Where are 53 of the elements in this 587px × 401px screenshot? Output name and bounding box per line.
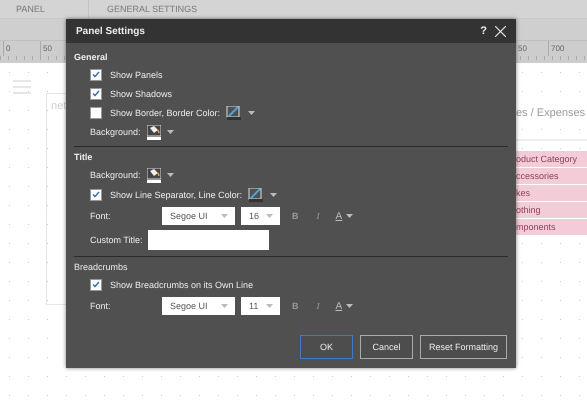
caret-icon <box>270 192 278 196</box>
table-row: othing <box>516 202 587 219</box>
table-row: kes <box>516 185 587 202</box>
checkbox[interactable] <box>90 188 102 200</box>
table-row: mponents <box>516 219 587 236</box>
table-row: oduct Category <box>516 151 587 168</box>
size-dropdown[interactable]: 11 <box>241 297 280 315</box>
section-heading: Breadcrumbs <box>74 261 129 274</box>
dialog-button[interactable]: Reset Formatting <box>420 335 507 359</box>
caret-icon <box>221 304 228 308</box>
size-dropdown[interactable]: 16 <box>241 207 280 225</box>
checkbox[interactable] <box>90 278 102 290</box>
ruler-label: 0 <box>3 41 12 56</box>
ruler-label: 50 <box>40 41 54 56</box>
font-dropdown[interactable]: Segoe UI <box>162 207 235 225</box>
help-button[interactable]: ? <box>480 25 487 37</box>
dialog-title: Panel Settings <box>76 26 146 36</box>
caret-icon <box>221 214 228 218</box>
font-color-button[interactable]: A <box>332 210 358 222</box>
field-label: Font: <box>90 301 112 311</box>
caret-icon <box>248 110 256 114</box>
checkbox-label: Show Line Separator, Line Color: <box>110 190 242 200</box>
field-label: Font: <box>90 211 112 221</box>
paint-bucket-icon[interactable] <box>146 124 161 140</box>
caret-icon <box>266 304 273 308</box>
section-heading: Title <box>74 151 94 164</box>
dialog-button[interactable]: OK <box>300 335 353 359</box>
table-row: ccessories <box>516 168 587 185</box>
caret-icon <box>166 173 174 177</box>
custom-title-field[interactable] <box>148 230 269 250</box>
checkbox-label: Show Panels <box>110 70 163 80</box>
font-dropdown[interactable]: Segoe UI <box>162 297 235 315</box>
font-color-button[interactable]: A <box>332 300 358 312</box>
caret-icon <box>266 214 273 218</box>
caret-icon <box>166 130 174 134</box>
checkbox-label: Show Border, Border Color: <box>110 108 220 118</box>
checkbox[interactable] <box>90 106 102 118</box>
field-label: Background: <box>90 127 141 137</box>
dialog-button[interactable]: Cancel <box>360 335 413 359</box>
ruler-label: 700 <box>548 41 566 56</box>
checkbox[interactable] <box>90 88 102 100</box>
caret-icon <box>346 304 354 308</box>
caret-icon <box>346 214 354 218</box>
checkbox-label: Show Breadcrumbs on its Own Line <box>110 280 254 290</box>
paint-bucket-icon[interactable] <box>146 168 161 182</box>
close-icon[interactable] <box>495 26 506 36</box>
checkbox-label: Show Shadows <box>110 88 172 98</box>
section-heading: General <box>74 51 109 64</box>
pen-color-icon[interactable] <box>226 106 242 120</box>
field-label: Background: <box>90 170 141 180</box>
pen-color-icon[interactable] <box>248 188 264 202</box>
field-label: Custom Title: <box>90 235 143 245</box>
checkbox[interactable] <box>90 68 102 80</box>
